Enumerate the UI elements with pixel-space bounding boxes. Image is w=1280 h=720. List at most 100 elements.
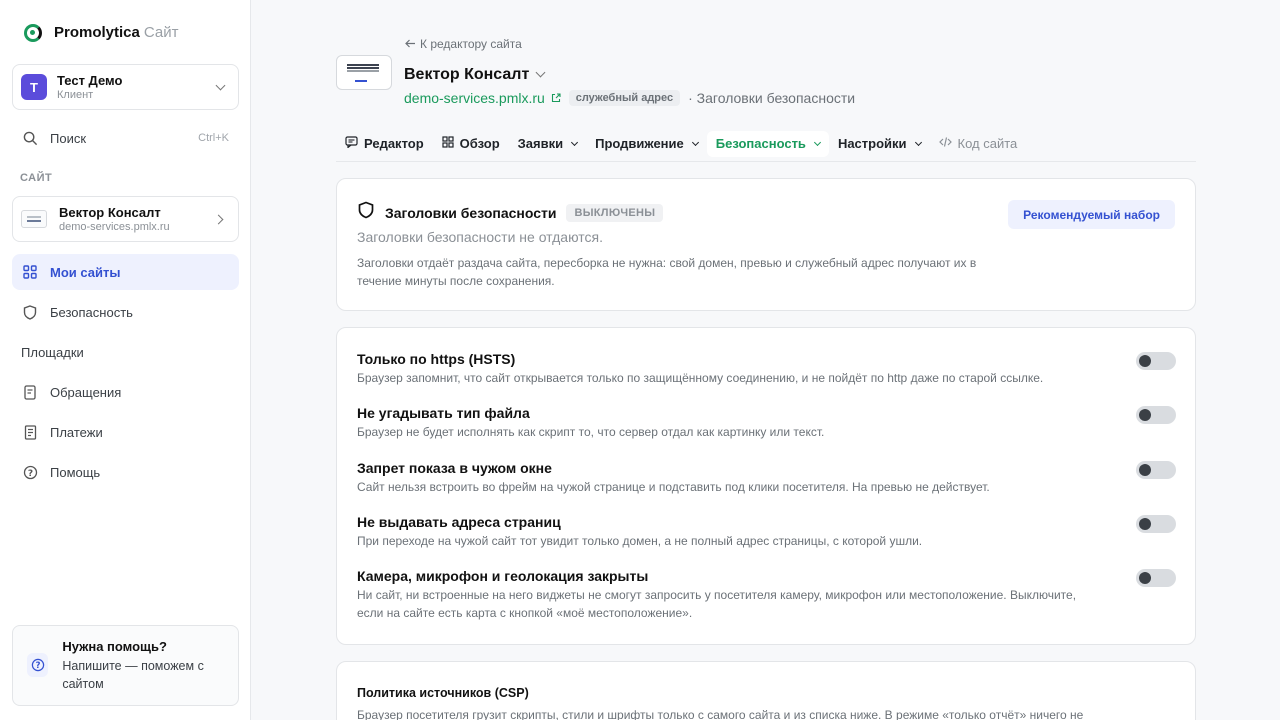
search-shortcut: Ctrl+K bbox=[198, 132, 229, 144]
nav-requests[interactable]: Обращения bbox=[12, 374, 239, 410]
brand-sub: Сайт bbox=[143, 24, 179, 41]
nav-label: Платежи bbox=[50, 424, 103, 440]
external-link-icon bbox=[551, 93, 561, 103]
tab-label: Редактор bbox=[364, 136, 424, 151]
nosniff-toggle[interactable] bbox=[1136, 406, 1176, 424]
grid-icon bbox=[22, 264, 38, 280]
security-headers-card: Заголовки безопасности ВЫКЛЮЧЕНЫ Рекомен… bbox=[336, 178, 1196, 311]
recommended-set-button[interactable]: Рекомендуемый набор bbox=[1008, 200, 1175, 229]
breadcrumb: · Заголовки безопасности bbox=[688, 90, 856, 106]
current-site-card[interactable]: Вектор Консалт demo-services.pmlx.ru bbox=[12, 196, 239, 242]
help-circle-icon: ? bbox=[27, 653, 49, 677]
nav-platforms[interactable]: Площадки bbox=[12, 334, 239, 370]
status-badge: ВЫКЛЮЧЕНЫ bbox=[566, 203, 664, 222]
shield-icon bbox=[357, 201, 375, 224]
code-icon bbox=[938, 136, 952, 151]
chevron-down-icon bbox=[535, 67, 546, 78]
comment-icon bbox=[345, 136, 358, 151]
option-desc: Браузер не будет исполнять как скрипт то… bbox=[357, 425, 825, 439]
nav-payments[interactable]: Платежи bbox=[12, 414, 239, 450]
account-switcher[interactable]: Т Тест Демо Клиент bbox=[12, 64, 239, 110]
account-role: Клиент bbox=[57, 88, 94, 101]
help-title: Нужна помощь? bbox=[62, 639, 167, 654]
tab-bar: Редактор Обзор Заявки Продвижение Безопа… bbox=[336, 126, 1196, 162]
tab-security[interactable]: Безопасность bbox=[706, 130, 829, 157]
svg-text:?: ? bbox=[27, 468, 32, 478]
option-desc: При переходе на чужой сайт тот увидит то… bbox=[357, 534, 923, 548]
brand[interactable]: Promolytica Сайт bbox=[24, 24, 178, 42]
nav-label: Безопасность bbox=[50, 304, 133, 320]
tab-promotion[interactable]: Продвижение bbox=[586, 131, 707, 157]
tab-requests[interactable]: Заявки bbox=[509, 131, 586, 157]
site-thumbnail bbox=[21, 210, 47, 228]
referrer-toggle[interactable] bbox=[1136, 515, 1176, 533]
section-label: САЙТ bbox=[20, 172, 53, 184]
site-card-name: Вектор Консалт bbox=[59, 204, 161, 220]
card-title: Политика источников (CSP) bbox=[357, 686, 529, 700]
csp-card: Политика источников (CSP) Браузер посети… bbox=[336, 661, 1196, 720]
tab-overview[interactable]: Обзор bbox=[433, 131, 509, 157]
chevron-down-icon bbox=[813, 138, 821, 146]
card-title: Заголовки безопасности bbox=[385, 204, 557, 221]
chevron-down-icon bbox=[691, 138, 699, 146]
tab-site-code[interactable]: Код сайта bbox=[930, 131, 1027, 157]
card-subtitle: Заголовки безопасности не отдаются. bbox=[357, 229, 604, 245]
arrow-left-icon bbox=[405, 37, 416, 51]
help-box[interactable]: ? Нужна помощь? Напишите — поможем с сай… bbox=[12, 625, 239, 706]
option-title: Камера, микрофон и геолокация закрыты bbox=[357, 568, 649, 584]
tab-label: Продвижение bbox=[595, 136, 684, 151]
option-title: Не выдавать адреса страниц bbox=[357, 514, 561, 530]
frame-deny-toggle[interactable] bbox=[1136, 461, 1176, 479]
tab-label: Обзор bbox=[459, 136, 500, 151]
tab-label: Настройки bbox=[837, 136, 907, 151]
grid-icon bbox=[442, 136, 454, 151]
option-desc: Сайт нельзя встроить во фрейм на чужой с… bbox=[357, 480, 990, 494]
site-meta: demo-services.pmlx.ru служебный адрес · … bbox=[404, 90, 855, 106]
nav-label: Мои сайты bbox=[50, 264, 121, 280]
nav-label: Помощь bbox=[50, 464, 101, 480]
tab-label: Безопасность bbox=[715, 136, 806, 151]
tab-settings[interactable]: Настройки bbox=[829, 131, 930, 157]
shield-icon bbox=[22, 304, 38, 320]
nav-my-sites[interactable]: Мои сайты bbox=[12, 254, 239, 290]
option-nosniff: Не угадывать тип файла Браузер не будет … bbox=[357, 404, 1177, 441]
document-icon bbox=[22, 384, 38, 400]
option-permissions: Камера, микрофон и геолокация закрыты Ни… bbox=[357, 567, 1177, 622]
avatar: Т bbox=[21, 74, 47, 100]
chevron-down-icon bbox=[571, 138, 579, 146]
permissions-toggle[interactable] bbox=[1136, 569, 1176, 587]
site-url: demo-services.pmlx.ru bbox=[404, 90, 545, 106]
help-desc: Напишите — поможем с сайтом bbox=[62, 659, 204, 691]
site-card-url: demo-services.pmlx.ru bbox=[59, 220, 170, 233]
card-description: Заголовки отдаёт раздача сайта, пересбор… bbox=[357, 256, 977, 288]
site-title: Вектор Консалт bbox=[404, 66, 530, 83]
service-address-badge: служебный адрес bbox=[568, 90, 681, 106]
logo-icon bbox=[24, 24, 42, 42]
brand-name: Promolytica bbox=[54, 24, 140, 41]
option-desc: Браузер запомнит, что сайт открывается т… bbox=[357, 371, 1044, 385]
site-url-link[interactable]: demo-services.pmlx.ru bbox=[404, 90, 561, 106]
search-icon bbox=[22, 130, 38, 146]
option-desc: Ни сайт, ни встроенные на него виджеты н… bbox=[357, 588, 1077, 620]
nav-label: Площадки bbox=[21, 344, 84, 360]
site-switcher[interactable]: Вектор Консалт bbox=[404, 66, 550, 84]
back-to-editor-link[interactable]: К редактору сайта bbox=[405, 37, 522, 51]
account-name: Тест Демо bbox=[57, 72, 123, 88]
option-title: Не угадывать тип файла bbox=[357, 405, 530, 421]
site-preview-thumbnail[interactable] bbox=[336, 55, 392, 90]
nav-label: Обращения bbox=[50, 384, 122, 400]
search-label: Поиск bbox=[50, 130, 87, 146]
chevron-right-icon bbox=[213, 214, 224, 224]
help-circle-icon: ? bbox=[22, 464, 38, 480]
search-button[interactable]: Поиск Ctrl+K bbox=[12, 120, 239, 156]
chevron-down-icon bbox=[215, 80, 226, 90]
card-description: Браузер посетителя грузит скрипты, стили… bbox=[357, 708, 1084, 720]
tab-editor[interactable]: Редактор bbox=[336, 131, 433, 157]
tab-label: Заявки bbox=[517, 136, 564, 151]
chevron-down-icon bbox=[914, 138, 922, 146]
tab-label: Код сайта bbox=[957, 136, 1018, 151]
hsts-toggle[interactable] bbox=[1136, 352, 1176, 370]
nav-help[interactable]: ? Помощь bbox=[12, 454, 239, 490]
option-frame-deny: Запрет показа в чужом окне Сайт нельзя в… bbox=[357, 459, 1177, 496]
nav-security[interactable]: Безопасность bbox=[12, 294, 239, 330]
